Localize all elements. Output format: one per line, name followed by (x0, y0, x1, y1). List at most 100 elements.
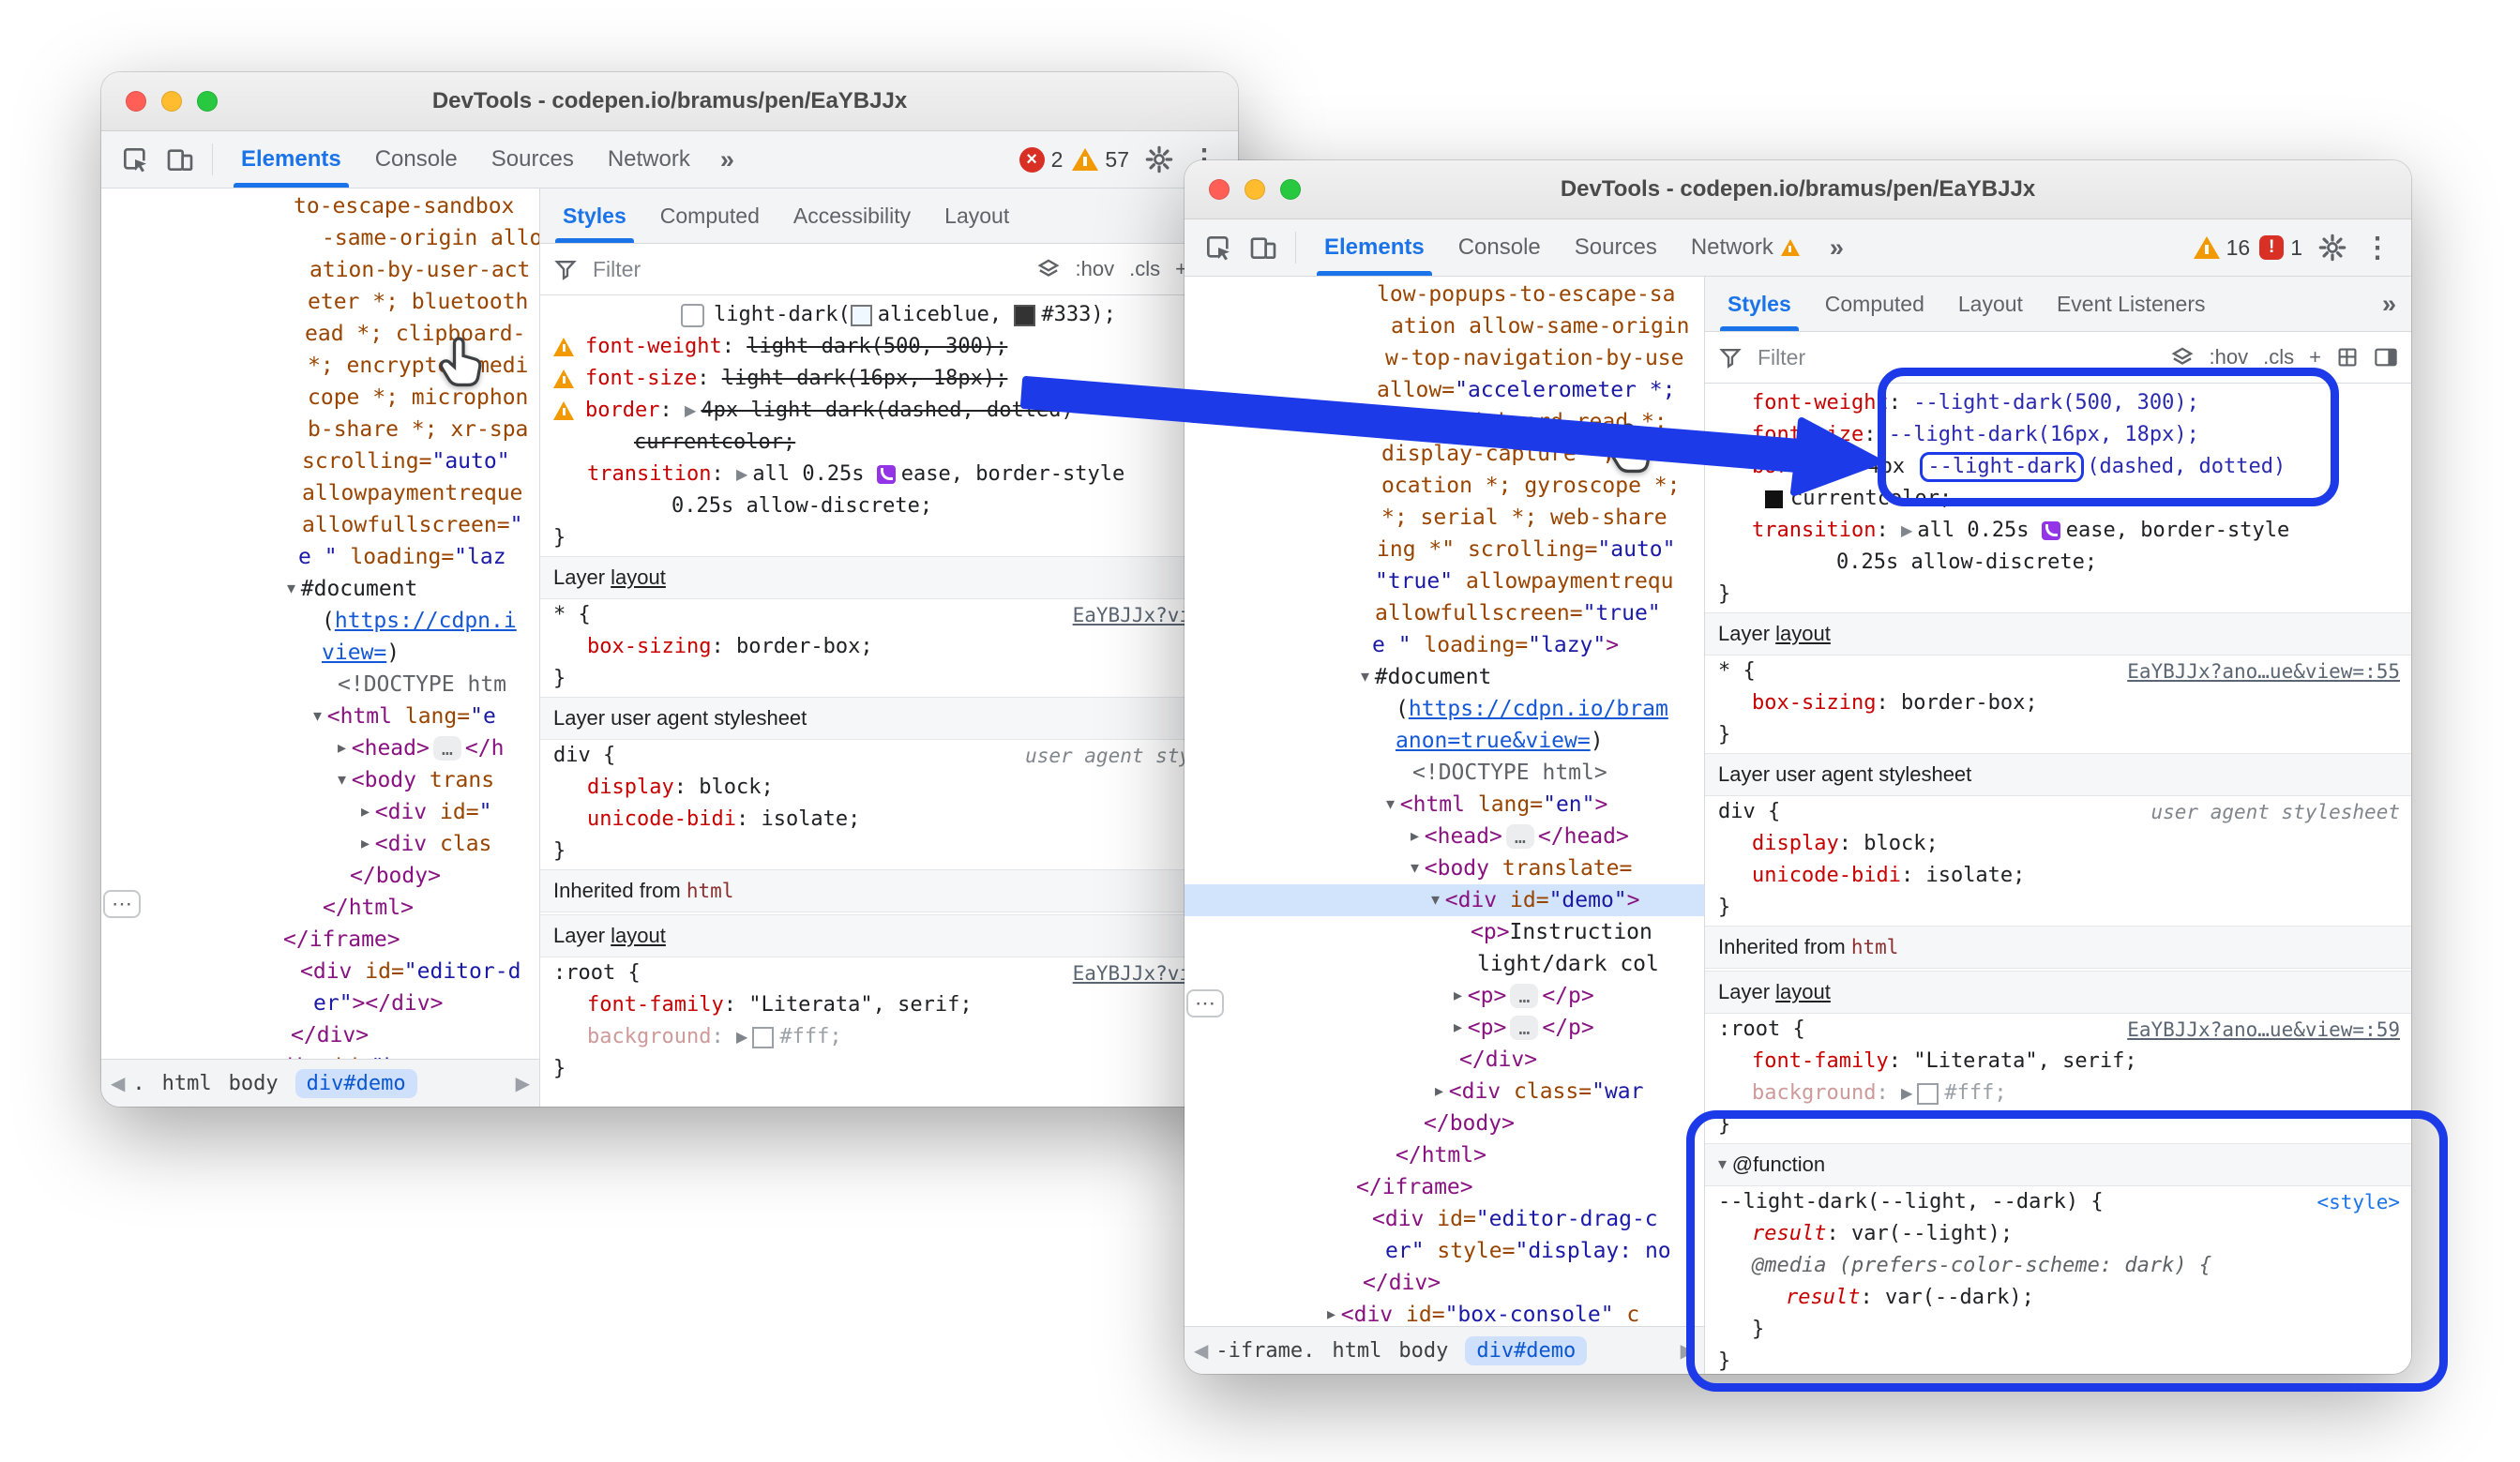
code-line[interactable]: ▸ <head>…</head> (1185, 821, 1704, 852)
code-line[interactable]: w-top-navigation-by-use (1185, 342, 1704, 374)
code-line[interactable]: ▾ <div id="demo"> (1185, 884, 1704, 916)
code-line[interactable]: ▾ <body trans (101, 764, 539, 796)
settings-gear-icon[interactable] (1139, 139, 1180, 180)
code-line[interactable]: font-weight: light-dark(500, 300); (540, 331, 1238, 363)
layers-icon[interactable] (2170, 345, 2195, 369)
warning-triangle-badge[interactable]: 16 (2194, 235, 2251, 261)
code-line[interactable]: ▸ <div id="box-conso (101, 1051, 539, 1059)
code-line[interactable]: transition: ▶ all 0.25s ease, border-sty… (1705, 515, 2411, 547)
warning-triangle-badge[interactable]: 57 (1072, 147, 1129, 173)
code-line[interactable]: e " loading="lazy"> (1185, 629, 1704, 661)
code-line[interactable]: (https://cdpn.io/bram (1185, 693, 1704, 725)
inspect-element-icon[interactable] (114, 139, 156, 180)
tab-console[interactable]: Console (358, 131, 475, 188)
code-line[interactable]: box-sizing: border-box; (540, 631, 1238, 663)
tab-accessibility[interactable]: Accessibility (777, 188, 928, 243)
code-line[interactable]: currentcolor; (540, 427, 1238, 459)
tab-network[interactable]: Network (591, 131, 707, 188)
code-line[interactable]: div {user agent styles (540, 740, 1238, 772)
code-line[interactable]: unicode-bidi: isolate; (540, 804, 1238, 836)
code-line[interactable]: *; serial *; web-share (1185, 502, 1704, 534)
code-line[interactable]: } (1705, 1314, 2411, 1346)
more-panels-chevron[interactable]: » (711, 145, 744, 174)
code-line[interactable]: <div id="editor-drag-c (1185, 1203, 1704, 1235)
code-line[interactable]: @media (prefers-color-scheme: dark) { (1705, 1250, 2411, 1282)
source-link[interactable]: user agent stylesheet (2150, 796, 2400, 828)
code-line[interactable]: } (1705, 892, 2411, 924)
code-line[interactable]: </html> (101, 892, 539, 924)
code-line[interactable]: } (540, 663, 1238, 695)
device-toolbar-icon[interactable] (159, 139, 201, 180)
breadcrumb-item[interactable]: body (1398, 1339, 1448, 1363)
code-line[interactable]: } (540, 1053, 1238, 1085)
code-line[interactable]: ▾ #document (101, 573, 539, 605)
minimize-window-button[interactable] (1245, 179, 1265, 200)
tab-sources[interactable]: Sources (475, 131, 591, 188)
minimize-window-button[interactable] (161, 91, 182, 112)
code-line[interactable]: er"></div> (101, 987, 539, 1019)
code-line[interactable]: scrolling="auto" (101, 445, 539, 477)
code-line[interactable]: </div> (101, 1019, 539, 1051)
code-line[interactable]: } (1705, 1346, 2411, 1374)
error-circle-badge[interactable]: 2 (1019, 147, 1064, 173)
code-line[interactable]: } (540, 522, 1238, 554)
code-line[interactable]: * {EaYBJJx?ano…ue&view=:55 (1705, 656, 2411, 687)
breadcrumb-item[interactable]: div#demo (1465, 1336, 1587, 1365)
filter-input[interactable]: Filter (593, 257, 641, 282)
code-line[interactable]: ▾ <body translate= (1185, 852, 1704, 884)
code-line[interactable]: ▸ <div id=" (101, 796, 539, 828)
issue-box-badge[interactable]: 1 (2259, 235, 2302, 261)
code-line[interactable]: currentcolor; (1705, 483, 2411, 515)
breadcrumb-item[interactable]: . (132, 1072, 144, 1095)
overflow-ellipsis-button[interactable]: ⋯ (103, 890, 141, 918)
toggle-hover-state-button[interactable]: :hov (1076, 257, 1115, 281)
code-line[interactable]: box-sizing: border-box; (1705, 687, 2411, 719)
code-line[interactable]: </body> (101, 860, 539, 892)
code-line[interactable]: font-size: light-dark(16px, 18px); (540, 363, 1238, 395)
code-line[interactable]: display: block; (1705, 828, 2411, 860)
code-line[interactable]: to-escape-sandbox (101, 190, 539, 222)
toggle-class-button[interactable]: .cls (1129, 257, 1160, 281)
code-line[interactable]: ▸ <div class="war (1185, 1076, 1704, 1108)
tab-event-listeners[interactable]: Event Listeners (2040, 277, 2223, 331)
tab-console[interactable]: Console (1441, 219, 1558, 276)
tab-elements[interactable]: Elements (224, 131, 358, 188)
code-line[interactable]: :root {EaYBJJx?view= (540, 957, 1238, 989)
code-line[interactable]: low-popups-to-escape-sa (1185, 279, 1704, 310)
code-line[interactable]: light/dark col (1185, 948, 1704, 980)
breadcrumb-item[interactable]: div#demo (295, 1069, 417, 1098)
code-line[interactable]: ation-by-user-act (101, 254, 539, 286)
tab-computed[interactable]: Computed (643, 188, 777, 243)
code-line[interactable]: "true" allowpaymentrequ (1185, 565, 1704, 597)
code-line[interactable]: background: ▶ #fff; (540, 1021, 1238, 1053)
code-line[interactable]: <div id="editor-d (101, 956, 539, 987)
tab-layout[interactable]: Layout (1941, 277, 2040, 331)
settings-gear-icon[interactable] (2312, 227, 2353, 268)
close-window-button[interactable] (126, 91, 146, 112)
code-line[interactable]: eter *; bluetooth (101, 286, 539, 318)
source-link[interactable]: EaYBJJx?ano…ue&view=:55 (2127, 656, 2400, 687)
code-line[interactable]: } (1705, 579, 2411, 610)
close-window-button[interactable] (1209, 179, 1230, 200)
code-line[interactable]: :root {EaYBJJx?ano…ue&view=:59 (1705, 1014, 2411, 1046)
more-panels-chevron[interactable]: » (1820, 234, 1853, 263)
kebab-menu-icon[interactable]: ⋮ (2357, 227, 2398, 268)
titlebar[interactable]: DevTools - codepen.io/bramus/pen/EaYBJJx (101, 72, 1238, 131)
tab-layout[interactable]: Layout (928, 188, 1026, 243)
more-sidebar-tabs-chevron[interactable]: » (2373, 290, 2406, 319)
code-line[interactable]: <p>Instruction (1185, 916, 1704, 948)
tab-elements[interactable]: Elements (1307, 219, 1441, 276)
source-link[interactable]: EaYBJJx?ano…ue&view=:59 (2127, 1014, 2400, 1046)
code-line[interactable]: </iframe> (1185, 1171, 1704, 1203)
code-line[interactable]: </div> (1185, 1044, 1704, 1076)
tab-styles[interactable]: Styles (1711, 277, 1808, 331)
code-line[interactable]: -same-origin allo (101, 222, 539, 254)
code-line[interactable]: result: var(--light); (1705, 1218, 2411, 1250)
code-line[interactable]: </html> (1185, 1139, 1704, 1171)
styles-rules-list[interactable]: font-weight: --light-dark(500, 300);font… (1705, 384, 2411, 1374)
code-line[interactable]: allow="accelerometer *; (1185, 374, 1704, 406)
code-line[interactable]: font-family: "Literata", serif; (540, 989, 1238, 1021)
code-line[interactable]: border: ▶ 4px light-dark(dashed, dotted) (540, 395, 1238, 427)
code-line[interactable]: </div> (1185, 1267, 1704, 1299)
crumb-right-chevron[interactable]: ▶ (1681, 1339, 1695, 1362)
